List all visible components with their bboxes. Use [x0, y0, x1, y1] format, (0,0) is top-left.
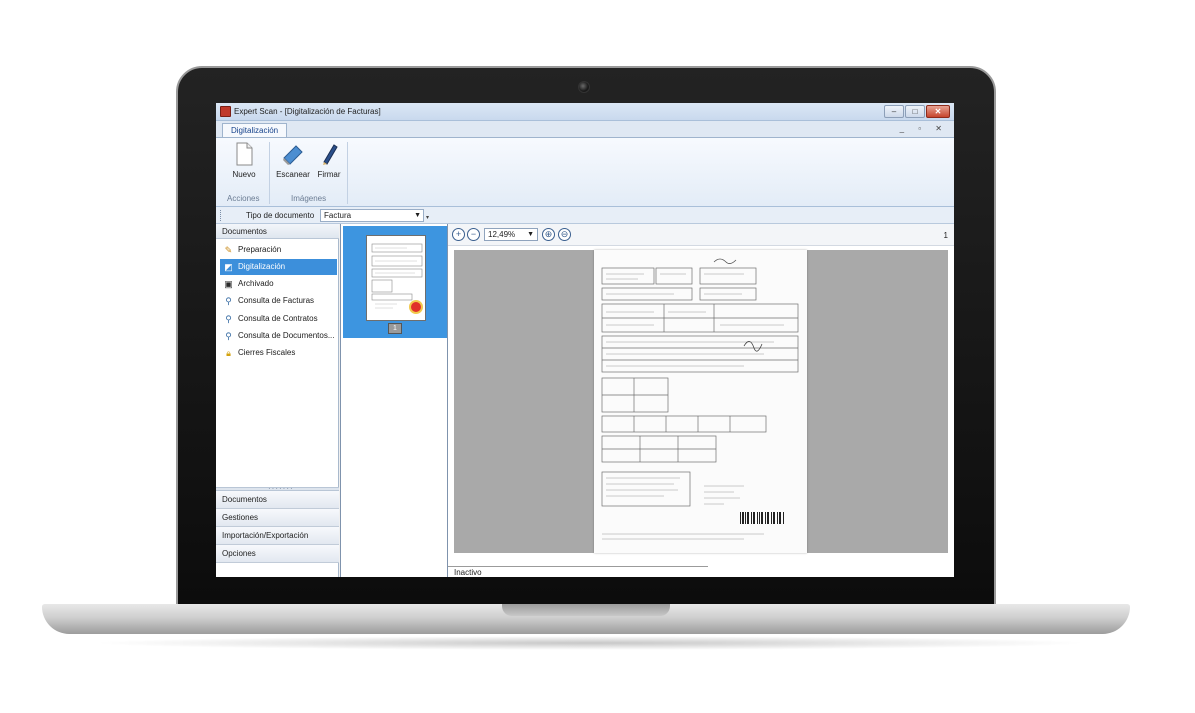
nav-item-label: Digitalización [238, 262, 286, 271]
nav-section-documentos[interactable]: Documentos [216, 491, 339, 509]
page-canvas[interactable] [454, 250, 948, 553]
nav-item-consulta-facturas[interactable]: ⚲ Consulta de Facturas [220, 293, 337, 309]
chevron-down-icon: ▼ [414, 212, 421, 219]
page-thumbnail[interactable]: 1 [343, 226, 447, 338]
zoom-value: 12,49% [488, 230, 516, 239]
doc-type-label: Tipo de documento [246, 211, 315, 220]
doc-type-value: Factura [324, 211, 352, 220]
webcam [578, 81, 590, 93]
group-label-acciones: Acciones [227, 194, 260, 203]
nav-item-label: Consulta de Contratos [238, 314, 318, 323]
window-title: Expert Scan - [Digitalización de Factura… [234, 107, 381, 116]
signed-seal-icon [409, 300, 423, 314]
title-bar: Expert Scan - [Digitalización de Factura… [216, 103, 954, 121]
close-button[interactable]: ✕ [926, 105, 950, 118]
toolbar-overflow-icon[interactable]: ▾ [426, 214, 429, 221]
scan-button-label: Escanear [276, 170, 310, 179]
search-icon: ⚲ [225, 331, 232, 341]
nav-item-digitalizacion[interactable]: ◩ Digitalización [220, 259, 337, 275]
app-logo-icon [220, 106, 231, 117]
nav-header: Documentos [216, 224, 339, 239]
nav-section-opciones[interactable]: Opciones [216, 545, 339, 563]
app-window: Expert Scan - [Digitalización de Factura… [216, 103, 954, 577]
laptop-shadow [90, 636, 1090, 650]
search-icon: ⚲ [225, 314, 232, 324]
new-button[interactable]: Nuevo [228, 142, 260, 179]
group-separator [269, 142, 270, 204]
group-label-imagenes: Imágenes [291, 194, 327, 203]
mdi-window-controls[interactable]: _ ▫ ✕ [900, 124, 948, 133]
laptop-notch [502, 604, 670, 616]
zoom-fit-width-icon[interactable]: ⊕ [542, 228, 555, 241]
thumbnail-strip: 1 [340, 224, 448, 577]
maximize-button[interactable]: □ [905, 105, 925, 118]
nav-section-gestiones[interactable]: Gestiones [216, 509, 339, 527]
nav-item-label: Archivado [238, 279, 274, 288]
nav-item-consulta-documentos[interactable]: ⚲ Consulta de Documentos... [220, 328, 337, 344]
nav-item-archivado[interactable]: ▣ Archivado [220, 276, 337, 292]
zoom-in-icon[interactable]: + [452, 228, 465, 241]
zoom-fit-page-icon[interactable]: ⊖ [558, 228, 571, 241]
document-viewer: + − 12,49% ▼ ⊕ ⊖ 1 Inactivo [448, 224, 954, 577]
lock-icon: 🔒︎ [226, 348, 231, 358]
viewer-toolbar: + − 12,49% ▼ ⊕ ⊖ 1 [448, 224, 954, 246]
status-bar: Inactivo [448, 566, 708, 577]
zoom-select[interactable]: 12,49% ▼ [484, 228, 538, 241]
chevron-down-icon: ▼ [527, 231, 534, 238]
page-count: 1 [943, 231, 948, 240]
nav-item-label: Consulta de Documentos... [238, 331, 335, 340]
navigation-pane: Documentos ✎ Preparación ◩ Digitalizació… [216, 224, 339, 577]
doc-type-select[interactable]: Factura ▼ [320, 209, 424, 222]
nav-item-label: Cierres Fiscales [238, 348, 296, 357]
ribbon: Nuevo Acciones Escanear Firmar Imágenes [216, 137, 954, 207]
new-button-label: Nuevo [232, 170, 256, 179]
nav-item-label: Preparación [238, 245, 282, 254]
sign-button-label: Firmar [317, 170, 341, 179]
ribbon-tab-strip: Digitalización _ ▫ ✕ [216, 121, 954, 139]
scanned-invoice-page [594, 250, 807, 553]
nav-item-preparacion[interactable]: ✎ Preparación [220, 242, 337, 258]
nav-item-label: Consulta de Facturas [238, 296, 315, 305]
scan-icon: ◩ [224, 262, 233, 272]
zoom-out-icon[interactable]: − [467, 228, 480, 241]
nav-item-consulta-contratos[interactable]: ⚲ Consulta de Contratos [220, 311, 337, 327]
toolbar-grip[interactable] [220, 210, 222, 221]
thumbnail-page-number: 1 [388, 323, 402, 334]
document-type-toolbar: Tipo de documento Factura ▼ ▾ [216, 207, 954, 224]
save-icon: ▣ [224, 279, 233, 289]
edit-document-icon: ✎ [224, 245, 233, 255]
nav-item-cierres-fiscales[interactable]: 🔒︎ Cierres Fiscales [220, 345, 337, 361]
pen-icon [323, 144, 338, 165]
new-document-icon [236, 142, 253, 166]
search-icon: ⚲ [225, 296, 232, 306]
scanner-icon [283, 145, 303, 165]
nav-section-importacion-exportacion[interactable]: Importación/Exportación [216, 527, 339, 545]
group-separator [347, 142, 348, 204]
scan-button[interactable]: Escanear [274, 142, 312, 179]
sign-button[interactable]: Firmar [314, 142, 344, 179]
minimize-button[interactable]: – [884, 105, 904, 118]
